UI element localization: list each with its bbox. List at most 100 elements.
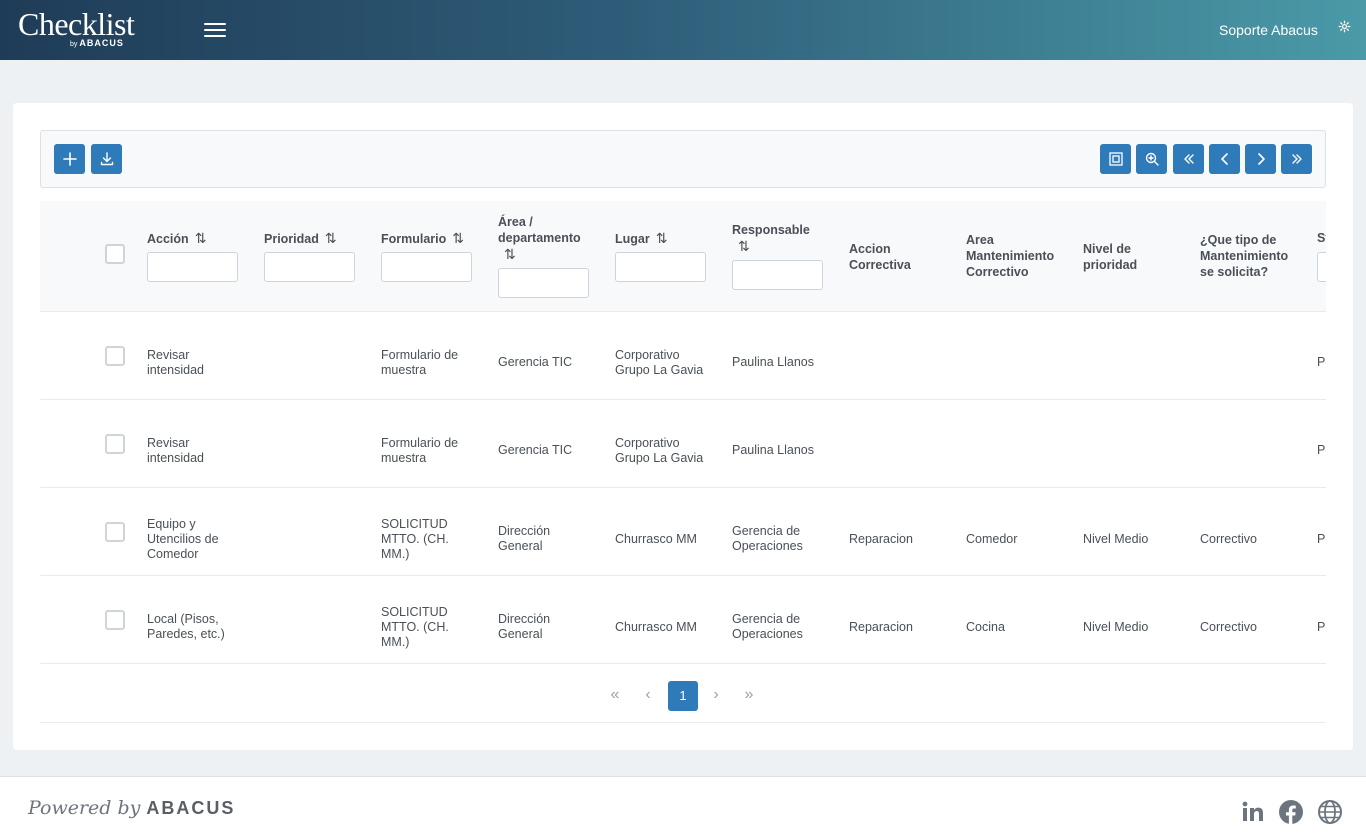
cell-tipo-mantenimiento: Correctivo [1200,620,1257,634]
column-header-lugar[interactable]: Lugar ⇅ [615,230,667,247]
cell-lugar: Churrasco MM [615,532,697,546]
sort-icon[interactable]: ⇅ [452,230,464,246]
cell-nivel-prioridad: Nivel Medio [1083,532,1149,546]
cell-area: Dirección General [498,524,551,553]
column-header-prioridad[interactable]: Prioridad ⇅ [264,230,337,247]
cell-formulario: Formulario de muestra [381,436,459,465]
filter-input-lugar[interactable] [615,252,706,282]
filter-input-formulario[interactable] [381,252,472,282]
filter-input-responsable[interactable] [732,260,823,290]
globe-icon[interactable] [1317,799,1343,825]
cell-nivel-prioridad: Nivel Medio [1083,620,1149,634]
cell-status: Pe [1317,532,1326,546]
cell-formulario: SOLICITUD MTTO. (CH. MM.) [381,605,449,649]
cell-lugar: Churrasco MM [615,620,697,634]
sort-icon[interactable]: ⇅ [325,230,337,246]
cell-accion: Equipo y Utencilios de Comedor [147,517,219,561]
column-header-area-mantenimiento: Area Mantenimiento Correctivo [966,233,1055,279]
cell-status: Pe [1317,620,1326,634]
first-page-button[interactable] [1173,144,1204,174]
last-page-button[interactable] [1281,144,1312,174]
facebook-icon[interactable] [1278,799,1304,825]
powered-by-text: Powered by [28,797,141,819]
column-header-accion-correctiva: Accion Correctiva [849,242,911,272]
row-checkbox[interactable] [105,346,125,366]
filter-input-status[interactable] [1317,252,1326,282]
cell-tipo-mantenimiento: Correctivo [1200,532,1257,546]
fit-screen-button[interactable] [1100,144,1131,174]
table-row[interactable]: Revisar intensidad Formulario de muestra… [40,312,1326,400]
table-row[interactable]: Equipo y Utencilios de Comedor SOLICITUD… [40,488,1326,576]
fit-screen-icon [1108,152,1123,166]
sort-icon[interactable]: ⇅ [656,230,668,246]
logo-by: by [70,41,78,48]
cell-area-mantenimiento: Cocina [966,620,1005,634]
chevron-left-icon [1220,153,1228,165]
cell-area-mantenimiento: Comedor [966,532,1018,546]
cell-accion: Revisar intensidad [147,436,204,465]
row-checkbox[interactable] [105,610,125,630]
column-header-area[interactable]: Área / departamento ⇅ [498,214,590,263]
cell-responsable: Gerencia de Operaciones [732,524,803,553]
cell-responsable: Paulina Llanos [732,355,815,369]
filter-input-area[interactable] [498,268,589,298]
footer: Powered by ABACUS [0,776,1366,839]
filter-input-accion[interactable] [147,252,238,282]
linkedin-icon[interactable] [1240,799,1266,825]
pager-last-button[interactable]: » [734,681,764,711]
pager-next-button[interactable]: › [701,681,731,711]
table-row[interactable]: Local (Pisos, Paredes, etc.) SOLICITUD M… [40,576,1326,664]
zoom-in-icon [1145,152,1159,166]
column-header-responsable[interactable]: Responsable ⇅ [732,222,810,255]
logo-brand: ABACUS [79,38,124,48]
cell-responsable: Gerencia de Operaciones [732,612,803,641]
download-button[interactable] [91,144,122,174]
app-logo[interactable]: Checklist by ABACUS [18,6,135,48]
powered-by: Powered by ABACUS [28,797,235,819]
column-header-formulario[interactable]: Formulario ⇅ [381,230,464,247]
zoom-button[interactable] [1136,144,1167,174]
add-button[interactable] [54,144,85,174]
filter-input-prioridad[interactable] [264,252,355,282]
column-header-tipo-mantenimiento: ¿Que tipo de Mantenimiento se solicita? [1200,233,1289,279]
table-toolbar [40,130,1326,188]
cell-area: Gerencia TIC [498,355,573,369]
cell-accion-correctiva: Reparacion [849,620,913,634]
pager-page-button[interactable]: 1 [668,681,698,711]
gear-icon[interactable] [1338,20,1352,34]
footer-brand: ABACUS [146,798,236,818]
double-chevron-right-icon [1291,154,1302,164]
row-checkbox[interactable] [105,522,125,542]
sort-icon[interactable]: ⇅ [504,246,516,262]
double-chevron-left-icon [1183,154,1194,164]
cell-status: Pe [1317,355,1326,369]
row-checkbox[interactable] [105,434,125,454]
logo-text: Checklist [18,6,135,42]
cell-area: Dirección General [498,612,551,641]
next-page-button[interactable] [1245,144,1276,174]
sort-icon[interactable]: ⇅ [195,230,207,246]
cell-formulario: Formulario de muestra [381,348,459,377]
user-name[interactable]: Soporte Abacus [1219,22,1318,38]
pager-first-button[interactable]: « [600,681,630,711]
chevron-right-icon [1257,153,1265,165]
column-header-accion[interactable]: Acción ⇅ [147,230,206,247]
cell-formulario: SOLICITUD MTTO. (CH. MM.) [381,517,449,561]
column-header-status: St [1317,231,1326,245]
cell-status: Pe [1317,443,1326,457]
table-header: Acción ⇅ Prioridad ⇅ Formulario ⇅ Área / de… [40,201,1326,312]
main-card: Acción ⇅ Prioridad ⇅ Formulario ⇅ Área / de… [13,103,1353,750]
cell-area: Gerencia TIC [498,443,573,457]
select-all-checkbox[interactable] [105,244,125,264]
cell-lugar: Corporativo Grupo La Gavia [615,436,704,465]
prev-page-button[interactable] [1209,144,1240,174]
cell-accion: Local (Pisos, Paredes, etc.) [147,612,225,641]
top-bar: Checklist by ABACUS Soporte Abacus [0,0,1366,60]
pager-prev-button[interactable]: ‹ [633,681,663,711]
cell-accion-correctiva: Reparacion [849,532,913,546]
cell-lugar: Corporativo Grupo La Gavia [615,348,704,377]
sort-icon[interactable]: ⇅ [738,238,750,254]
table-row[interactable]: Revisar intensidad Formulario de muestra… [40,400,1326,488]
download-icon [100,152,113,166]
hamburger-menu-icon[interactable] [203,20,227,40]
